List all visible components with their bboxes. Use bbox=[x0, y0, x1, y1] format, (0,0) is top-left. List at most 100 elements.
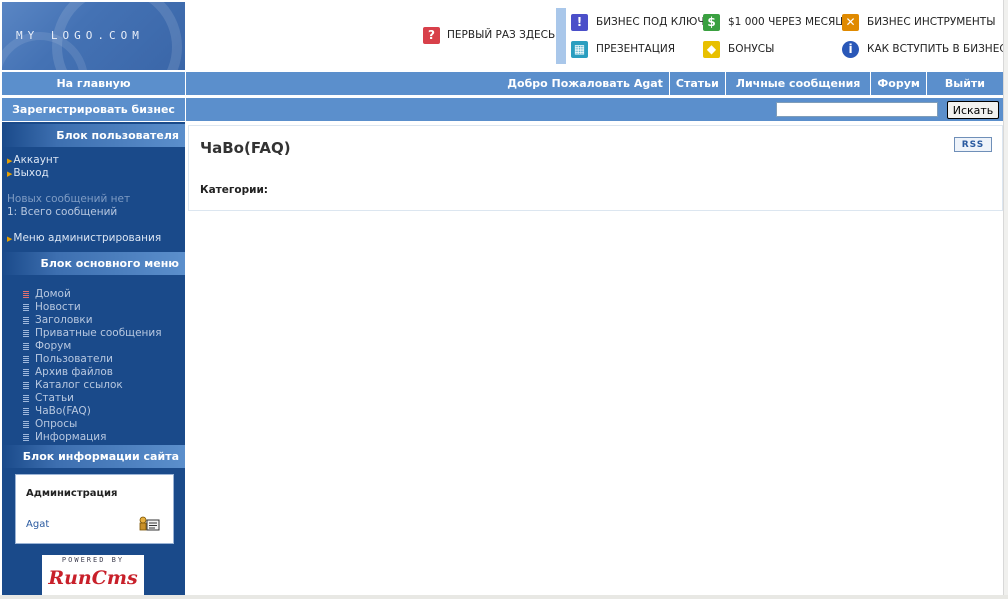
nav-home-button[interactable]: На главную bbox=[2, 72, 185, 95]
sidebar-link-label: Аккаунт bbox=[13, 154, 59, 166]
first-time-link[interactable]: ? ПЕРВЫЙ РАЗ ЗДЕСЬ? bbox=[423, 26, 561, 44]
top-navigation: Добро Пожаловать Agat Статьи Личные сооб… bbox=[186, 72, 1003, 95]
header-link-how-to-join[interactable]: i КАК ВСТУПИТЬ В БИЗНЕС bbox=[842, 40, 1007, 58]
menu-item-label: Статьи bbox=[35, 392, 75, 404]
menu-item-forum[interactable]: Форум bbox=[23, 340, 162, 353]
header-link-business-tools[interactable]: ✕ БИЗНЕС ИНСТРУМЕНТЫ bbox=[842, 13, 995, 31]
list-icon bbox=[23, 303, 29, 312]
nav-register-business-button[interactable]: Зарегистрировать бизнес bbox=[2, 98, 185, 121]
list-icon bbox=[23, 329, 29, 338]
powered-by-runcms-badge[interactable]: POWERED BY RunCms bbox=[42, 555, 144, 599]
list-icon bbox=[23, 433, 29, 442]
header-link-label: БИЗНЕС ИНСТРУМЕНТЫ bbox=[867, 16, 996, 28]
menu-item-label: Новости bbox=[35, 301, 81, 313]
question-icon: ? bbox=[423, 26, 440, 44]
main-menu-block-title: Блок основного меню bbox=[2, 252, 185, 275]
sidebar-link-admin-menu[interactable]: ▶Меню администрирования bbox=[7, 232, 161, 246]
total-messages[interactable]: 1: Всего сообщений bbox=[7, 206, 117, 219]
header-link-bonuses[interactable]: ◆ БОНУСЫ bbox=[703, 40, 774, 58]
menu-item-label: Каталог ссылок bbox=[35, 379, 123, 391]
header-link-presentation[interactable]: ▦ ПРЕЗЕНТАЦИЯ bbox=[571, 40, 675, 58]
powered-by-text: POWERED BY bbox=[61, 556, 125, 564]
menu-item-information[interactable]: Информация bbox=[23, 431, 162, 444]
first-time-label: ПЕРВЫЙ РАЗ ЗДЕСЬ? bbox=[447, 29, 561, 41]
info-icon: i bbox=[842, 40, 859, 58]
bonus-icon: ◆ bbox=[703, 40, 720, 58]
nav-welcome[interactable]: Добро Пожаловать Agat bbox=[501, 72, 669, 95]
menu-item-label: ЧаВо(FAQ) bbox=[35, 405, 91, 417]
menu-item-label: Домой bbox=[35, 288, 71, 300]
menu-item-private-messages[interactable]: Приватные сообщения bbox=[23, 327, 162, 340]
menu-item-label: Архив файлов bbox=[35, 366, 113, 378]
menu-item-label: Приватные сообщения bbox=[35, 327, 162, 339]
main-content: ЧаВо(FAQ) RSS Категории: bbox=[188, 125, 1003, 211]
menu-item-articles[interactable]: Статьи bbox=[23, 392, 162, 405]
menu-item-news[interactable]: Новости bbox=[23, 301, 162, 314]
sidebar: Блок пользователя ▶Аккаунт ▶Выход Новых … bbox=[2, 122, 185, 599]
sidebar-link-label: Выход bbox=[13, 167, 49, 179]
nav-logout[interactable]: Выйти bbox=[925, 72, 1003, 95]
header-divider bbox=[556, 8, 566, 64]
categories-label: Категории: bbox=[200, 184, 269, 196]
list-icon bbox=[23, 342, 29, 351]
administration-box: Администрация Agat bbox=[15, 474, 174, 544]
header-link-thousand-dollars[interactable]: $ $1 000 ЧЕРЕЗ МЕСЯЦ bbox=[703, 13, 843, 31]
menu-item-file-archive[interactable]: Архив файлов bbox=[23, 366, 162, 379]
list-icon bbox=[23, 407, 29, 416]
header-link-label: БИЗНЕС ПОД КЛЮЧ bbox=[596, 16, 705, 28]
menu-item-headlines[interactable]: Заголовки bbox=[23, 314, 162, 327]
search-button[interactable]: Искать bbox=[947, 101, 999, 119]
menu-item-home[interactable]: Домой bbox=[23, 288, 162, 301]
header-link-label: БОНУСЫ bbox=[728, 43, 775, 55]
nav-private-messages[interactable]: Личные сообщения bbox=[724, 72, 871, 95]
bottom-edge bbox=[0, 595, 1008, 599]
menu-item-link-catalog[interactable]: Каталог ссылок bbox=[23, 379, 162, 392]
main-menu-list: Домой Новости Заголовки Приватные сообще… bbox=[23, 288, 162, 444]
menu-item-users[interactable]: Пользователи bbox=[23, 353, 162, 366]
list-icon bbox=[23, 381, 29, 390]
runcms-logo-text: RunCms bbox=[48, 567, 138, 589]
menu-item-faq[interactable]: ЧаВо(FAQ) bbox=[23, 405, 162, 418]
arrow-right-icon: ▶ bbox=[7, 157, 13, 165]
user-block-title: Блок пользователя bbox=[2, 124, 185, 147]
dollar-icon: $ bbox=[703, 13, 720, 31]
logo-text: MY LOGO.COM bbox=[16, 29, 144, 42]
exclamation-icon: ! bbox=[571, 13, 588, 31]
site-logo[interactable]: MY LOGO.COM bbox=[2, 2, 185, 70]
list-icon bbox=[23, 290, 29, 299]
nav-articles[interactable]: Статьи bbox=[668, 72, 725, 95]
tools-icon: ✕ bbox=[842, 13, 859, 31]
nav-forum[interactable]: Форум bbox=[870, 72, 926, 95]
header-link-label: ПРЕЗЕНТАЦИЯ bbox=[596, 43, 676, 55]
menu-item-label: Пользователи bbox=[35, 353, 113, 365]
menu-item-label: Опросы bbox=[35, 418, 78, 430]
rss-button[interactable]: RSS bbox=[954, 137, 992, 152]
sidebar-link-label: Меню администрирования bbox=[13, 232, 162, 244]
administration-title: Администрация bbox=[26, 488, 118, 499]
admin-user-link[interactable]: Agat bbox=[26, 519, 49, 530]
menu-item-label: Форум bbox=[35, 340, 72, 352]
list-icon bbox=[23, 420, 29, 429]
sidebar-link-logout[interactable]: ▶Выход bbox=[7, 167, 49, 181]
list-icon bbox=[23, 316, 29, 325]
list-icon bbox=[23, 394, 29, 403]
arrow-right-icon: ▶ bbox=[7, 235, 13, 243]
header-link-label: КАК ВСТУПИТЬ В БИЗНЕС bbox=[867, 43, 1007, 55]
arrow-right-icon: ▶ bbox=[7, 170, 13, 178]
menu-item-polls[interactable]: Опросы bbox=[23, 418, 162, 431]
header-link-business-turnkey[interactable]: ! БИЗНЕС ПОД КЛЮЧ bbox=[571, 13, 705, 31]
sidebar-link-account[interactable]: ▶Аккаунт bbox=[7, 154, 59, 168]
window-scrollbar[interactable] bbox=[1003, 0, 1008, 599]
search-input[interactable] bbox=[776, 102, 938, 117]
page-title: ЧаВо(FAQ) bbox=[200, 139, 291, 157]
list-icon bbox=[23, 355, 29, 364]
menu-item-label: Заголовки bbox=[35, 314, 93, 326]
search-bar: Искать bbox=[186, 98, 1003, 121]
header-link-label: $1 000 ЧЕРЕЗ МЕСЯЦ bbox=[728, 16, 844, 28]
film-icon: ▦ bbox=[571, 40, 588, 58]
send-message-icon[interactable] bbox=[138, 515, 160, 533]
menu-item-label: Информация bbox=[35, 431, 107, 443]
list-icon bbox=[23, 368, 29, 377]
site-info-block-title: Блок информации сайта bbox=[2, 445, 185, 468]
no-new-messages: Новых сообщений нет bbox=[7, 193, 131, 205]
